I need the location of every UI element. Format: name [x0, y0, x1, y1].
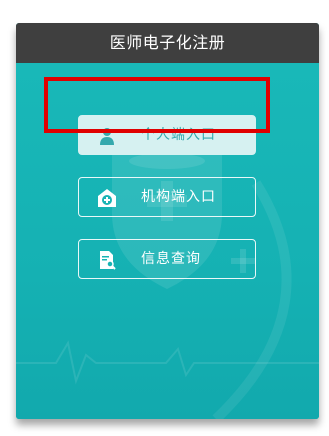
registration-panel: 医师电子化注册 个人端入口 机构端入口 信息查询: [16, 23, 319, 419]
person-icon: [100, 128, 114, 145]
document-search-icon: [100, 251, 116, 270]
institution-entry-label: 机构端入口: [141, 189, 216, 205]
info-query-label: 信息查询: [141, 251, 201, 267]
panel-body: 个人端入口 机构端入口 信息查询: [16, 63, 319, 419]
panel-title: 医师电子化注册: [16, 23, 319, 63]
institution-entry-button[interactable]: 机构端入口: [78, 177, 256, 217]
personal-entry-button[interactable]: 个人端入口: [78, 115, 256, 155]
hospital-icon: [98, 189, 116, 207]
info-query-button[interactable]: 信息查询: [78, 239, 256, 279]
personal-entry-label: 个人端入口: [141, 127, 216, 143]
